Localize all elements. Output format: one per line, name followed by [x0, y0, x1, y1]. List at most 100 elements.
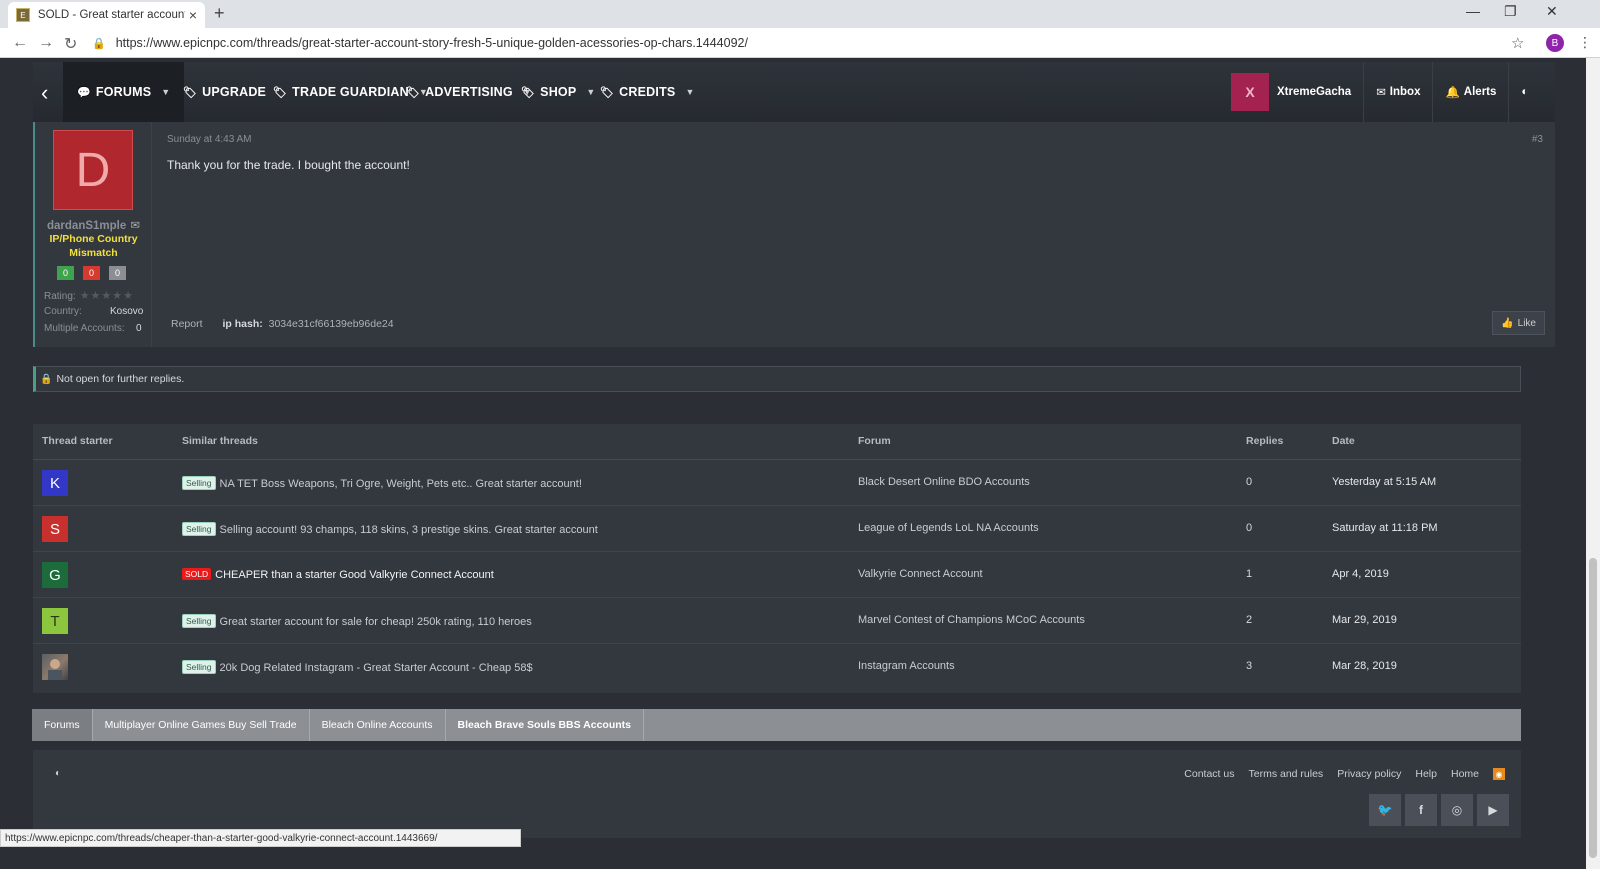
chevron-down-icon[interactable]: ▼ [685, 87, 694, 97]
forum-link[interactable]: Valkyrie Connect Account [858, 568, 983, 580]
style-toggle-button[interactable]: ◐ [1508, 62, 1540, 122]
nav-credits[interactable]: 🏷 CREDITS ▼ [600, 62, 695, 122]
post-date[interactable]: Sunday at 4:43 AM [167, 134, 252, 145]
user-title: IP/Phone Country Mismatch [49, 233, 138, 259]
profile-avatar[interactable]: B [1546, 34, 1564, 52]
envelope-icon[interactable]: ✉ [130, 220, 140, 232]
alerts-button[interactable]: 🔔 Alerts [1432, 62, 1508, 122]
positive-feedback-badge[interactable]: 0 [57, 266, 74, 280]
like-button[interactable]: 👍 Like [1492, 311, 1545, 335]
status-badge: Selling [182, 476, 216, 490]
restore-icon[interactable]: ❐ [1504, 3, 1517, 20]
minimize-icon[interactable]: — [1466, 3, 1480, 19]
neutral-feedback-badge[interactable]: 0 [109, 266, 126, 280]
nav-upgrade[interactable]: 🏷 UPGRADE [183, 62, 266, 122]
thread-date: Mar 29, 2019 [1332, 614, 1397, 626]
post-user-info: D dardanS1mple ✉ IP/Phone Country Mismatc… [35, 122, 152, 347]
rss-icon[interactable]: ◉ [1493, 768, 1505, 780]
similar-threads-table: Thread starter Similar threads Forum Rep… [33, 424, 1521, 693]
account-button[interactable]: X XtremeGacha [1231, 62, 1363, 122]
thread-title-link[interactable]: Selling NA TET Boss Weapons, Tri Ogre, We… [182, 476, 582, 490]
chevron-down-icon[interactable]: ▼ [586, 87, 595, 97]
browser-tab[interactable]: E SOLD - Great starter account, sto × [8, 2, 205, 28]
instagram-icon[interactable]: ◎ [1441, 794, 1473, 826]
breadcrumb-forums[interactable]: Forums [32, 709, 93, 741]
chevron-down-icon[interactable]: ▼ [161, 87, 170, 97]
nav-advertising-label: ADVERTISING [425, 85, 513, 99]
footer-help-link[interactable]: Help [1415, 768, 1437, 780]
nav-shop-label: SHOP [540, 85, 577, 99]
avatar[interactable]: S [42, 516, 68, 542]
nav-upgrade-label: UPGRADE [202, 85, 267, 99]
feedback-badges: 0 0 0 [57, 266, 126, 280]
breadcrumb-bleach-brave-souls[interactable]: Bleach Brave Souls BBS Accounts [445, 709, 644, 741]
reload-icon[interactable]: ↻ [64, 34, 77, 54]
forum-link[interactable]: Black Desert Online BDO Accounts [858, 476, 1030, 488]
browser-menu-icon[interactable]: ⋮ [1578, 34, 1592, 51]
user-account-area: X XtremeGacha ✉ Inbox 🔔 Alerts ◐ [1231, 62, 1540, 122]
replies-count: 2 [1246, 614, 1253, 626]
report-link[interactable]: Report [171, 318, 203, 330]
avatar[interactable]: G [42, 562, 68, 588]
thread-date: Mar 28, 2019 [1332, 660, 1397, 672]
twitter-icon[interactable]: 🐦 [1369, 794, 1401, 826]
top-navigation: ‹ 💬 FORUMS ▼ 🏷 UPGRADE 🏷 TRADE GUARDIAN … [33, 62, 1555, 122]
tag-icon: 🏷 [406, 86, 421, 99]
nav-back-chevron-icon[interactable]: ‹ [41, 80, 48, 106]
inbox-button[interactable]: ✉ Inbox [1363, 62, 1432, 122]
nav-shop[interactable]: 🏷 SHOP ▼ [521, 62, 596, 122]
bookmark-star-icon[interactable]: ☆ [1511, 34, 1524, 52]
page-scrollbar[interactable] [1586, 58, 1600, 869]
footer-contact-link[interactable]: Contact us [1184, 768, 1234, 780]
forum-link[interactable]: Instagram Accounts [858, 660, 955, 672]
window-close-icon[interactable]: ✕ [1546, 3, 1558, 20]
youtube-icon[interactable]: ▶ [1477, 794, 1509, 826]
avatar[interactable]: K [42, 470, 68, 496]
thread-title-link[interactable]: Selling 20k Dog Related Instagram - Great… [182, 660, 533, 674]
url-field[interactable]: 🔒 https://www.epicnpc.com/threads/great-… [92, 32, 1522, 54]
forum-link[interactable]: Marvel Contest of Champions MCoC Account… [858, 614, 1085, 626]
footer-terms-link[interactable]: Terms and rules [1248, 768, 1323, 780]
thread-title-link[interactable]: SOLD CHEAPER than a starter Good Valkyrie… [182, 568, 494, 581]
toggle-icon: ◐ [1521, 86, 1529, 98]
table-row: K Selling NA TET Boss Weapons, Tri Ogre, … [33, 460, 1521, 506]
forum-link[interactable]: League of Legends LoL NA Accounts [858, 522, 1039, 534]
table-row: G SOLD CHEAPER than a starter Good Valkyr… [33, 552, 1521, 598]
tag-icon: 🏷 [183, 86, 198, 99]
scrollbar-thumb[interactable] [1589, 558, 1597, 858]
post-username[interactable]: dardanS1mple ✉ [47, 218, 140, 232]
negative-feedback-badge[interactable]: 0 [83, 266, 100, 280]
back-arrow-icon[interactable]: ← [12, 34, 28, 52]
avatar[interactable]: D [53, 130, 133, 210]
breadcrumb-bleach-online[interactable]: Bleach Online Accounts [309, 709, 446, 741]
nav-advertising[interactable]: 🏷 ADVERTISING ▼ [406, 62, 532, 122]
table-row: T Selling Great starter account for sale … [33, 598, 1521, 644]
footer-home-link[interactable]: Home [1451, 768, 1479, 780]
avatar[interactable] [42, 654, 68, 680]
nav-forums[interactable]: 💬 FORUMS ▼ [63, 62, 185, 122]
footer-privacy-link[interactable]: Privacy policy [1337, 768, 1401, 780]
thread-title-link[interactable]: Selling Selling account! 93 champs, 118 s… [182, 522, 598, 536]
post-footer: Report ip hash: 3034e31cf66139eb96de24 [171, 318, 394, 330]
style-toggle-icon[interactable]: ◐ [55, 768, 61, 779]
tab-close-icon[interactable]: × [189, 7, 197, 23]
post-body: Thank you for the trade. I bought the ac… [167, 158, 410, 172]
breadcrumb: Forums Multiplayer Online Games Buy Sell… [32, 709, 1521, 741]
thread-title-link[interactable]: Selling Great starter account for sale fo… [182, 614, 532, 628]
nav-trade-guardian[interactable]: 🏷 TRADE GUARDIAN ▼ [273, 62, 428, 122]
facebook-icon[interactable]: f [1405, 794, 1437, 826]
header-forum: Forum [858, 435, 891, 447]
table-row: S Selling Selling account! 93 champs, 118… [33, 506, 1521, 552]
thread-title-text: Great starter account for sale for cheap… [219, 616, 532, 628]
tag-icon: 🏷 [521, 86, 536, 99]
url-text: https://www.epicnpc.com/threads/great-st… [115, 36, 748, 50]
post-number[interactable]: #3 [1532, 134, 1543, 145]
avatar[interactable]: T [42, 608, 68, 634]
thread-date: Saturday at 11:18 PM [1332, 522, 1438, 534]
header-thread-starter: Thread starter [42, 435, 113, 447]
replies-count: 3 [1246, 660, 1253, 672]
new-tab-icon[interactable]: + [214, 3, 225, 24]
forward-arrow-icon[interactable]: → [38, 34, 54, 52]
breadcrumb-multiplayer[interactable]: Multiplayer Online Games Buy Sell Trade [92, 709, 310, 741]
header-replies: Replies [1246, 435, 1284, 447]
